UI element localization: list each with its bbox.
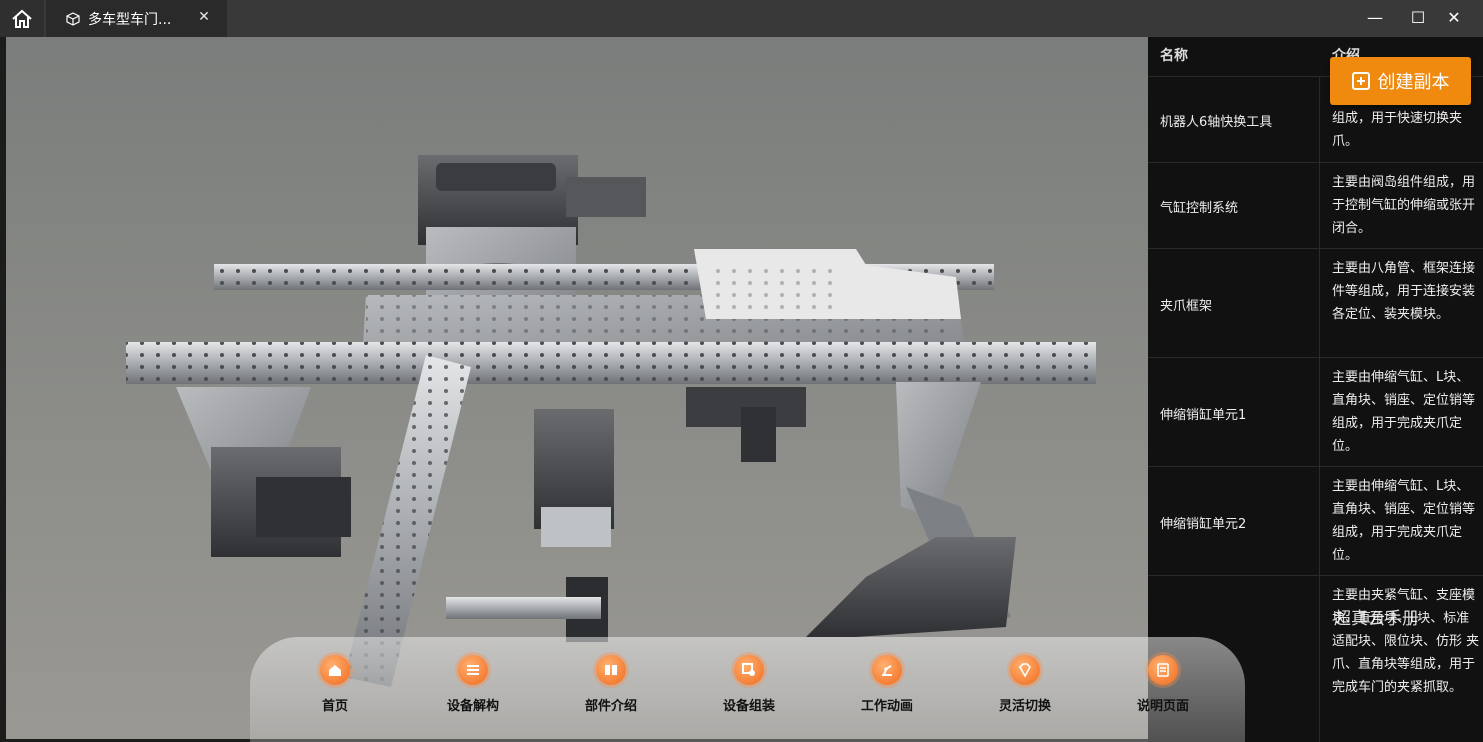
3d-viewport[interactable]: [6, 37, 1148, 739]
nav-device-disassembly[interactable]: 设备解构: [423, 655, 523, 714]
part-name: 夹爪框架: [1160, 299, 1213, 314]
document-tab[interactable]: 多车型车门... ✕: [46, 0, 227, 37]
table-row[interactable]: 伸缩销缸单元1 主要由伸缩气缸、L块、直角块、销座、定位销等组成，用于完成夹爪定…: [1148, 357, 1483, 467]
column-header-name: 名称: [1160, 48, 1188, 64]
part-description: 主要由伸缩气缸、L块、直角块、销座、定位销等组成，用于完成夹爪定位。: [1332, 370, 1476, 454]
table-row[interactable]: 气缸控制系统 主要由阀岛组件组成，用于控制气缸的伸缩或张开闭合。: [1148, 162, 1483, 249]
table-row[interactable]: 伸缩销缸单元2 主要由伸缩气缸、L块、直角块、销座、定位销等组成，用于完成夹爪定…: [1148, 466, 1483, 576]
nav-label: 灵活切换: [998, 699, 1051, 714]
window-close-button[interactable]: ✕: [1442, 6, 1466, 30]
nav-label: 设备解构: [446, 699, 499, 714]
column-divider: [1319, 576, 1320, 742]
part-description: 主要由伸缩气缸、L块、直角块、销座、定位销等组成，用于完成夹爪定位。: [1332, 479, 1476, 563]
nav-label: 工作动画: [860, 699, 913, 714]
gripper-fixture-model: [126, 155, 1096, 687]
nav-flexible-switch[interactable]: 灵活切换: [975, 655, 1075, 714]
part-description: 主要由八角管、框架连接件等组成，用于连接安装各定位、装夹模块。: [1332, 261, 1476, 322]
part-name: 伸缩销缸单元2: [1160, 517, 1247, 532]
maximize-button[interactable]: ☐: [1406, 6, 1430, 30]
part-description: 组成，用于快速切换夹爪。: [1332, 111, 1463, 149]
home-button[interactable]: [0, 0, 44, 37]
home-icon: [320, 655, 350, 685]
nav-parts-intro[interactable]: 部件介绍: [561, 655, 661, 714]
bottom-nav-dock: 首页 设备解构 部件介绍 设备组装 工作动画 灵活切换 说明页面: [250, 637, 1245, 742]
document-icon: [1148, 655, 1178, 685]
part-name: 气缸控制系统: [1160, 201, 1239, 216]
title-bar: 多车型车门... ✕ — ☐ ✕: [0, 0, 1483, 37]
nav-home[interactable]: 首页: [285, 655, 385, 714]
nav-label: 说明页面: [1136, 699, 1189, 714]
diamond-icon: [1010, 655, 1040, 685]
column-divider: [1319, 163, 1320, 249]
table-row[interactable]: 夹爪框架 主要由八角管、框架连接件等组成，用于连接安装各定位、装夹模块。: [1148, 248, 1483, 358]
part-description: 主要由夹紧气缸、支座模块、直角块、L块、标准适配块、限位块、仿形 夹爪、直角块等…: [1332, 588, 1480, 695]
create-copy-button[interactable]: 创建副本: [1330, 57, 1471, 105]
nav-label: 首页: [321, 699, 348, 714]
part-name: 机器人6轴快换工具: [1160, 115, 1273, 130]
add-copy-icon: [1351, 72, 1370, 90]
nav-work-animation[interactable]: 工作动画: [837, 655, 937, 714]
column-divider: [1319, 77, 1320, 163]
create-copy-label: 创建副本: [1377, 72, 1450, 93]
column-divider: [1319, 358, 1320, 467]
assembly-icon: [734, 655, 764, 685]
cube-icon: [66, 11, 80, 26]
column-divider: [1319, 467, 1320, 576]
book-icon: [596, 655, 626, 685]
nav-instructions[interactable]: 说明页面: [1113, 655, 1213, 714]
tab-close-icon[interactable]: ✕: [197, 9, 211, 27]
nav-device-assembly[interactable]: 设备组装: [699, 655, 799, 714]
robot-arm-icon: [872, 655, 902, 685]
minimize-button[interactable]: —: [1363, 6, 1387, 30]
nav-label: 部件介绍: [584, 699, 637, 714]
home-icon: [12, 9, 32, 28]
part-description: 主要由阀岛组件组成，用于控制气缸的伸缩或张开闭合。: [1332, 175, 1476, 236]
watermark-text: 超真云手册: [1334, 609, 1419, 629]
part-name: 伸缩销缸单元1: [1160, 408, 1247, 423]
list-icon: [458, 655, 488, 685]
nav-label: 设备组装: [722, 699, 775, 714]
tab-title: 多车型车门...: [88, 11, 172, 28]
column-divider: [1319, 249, 1320, 358]
